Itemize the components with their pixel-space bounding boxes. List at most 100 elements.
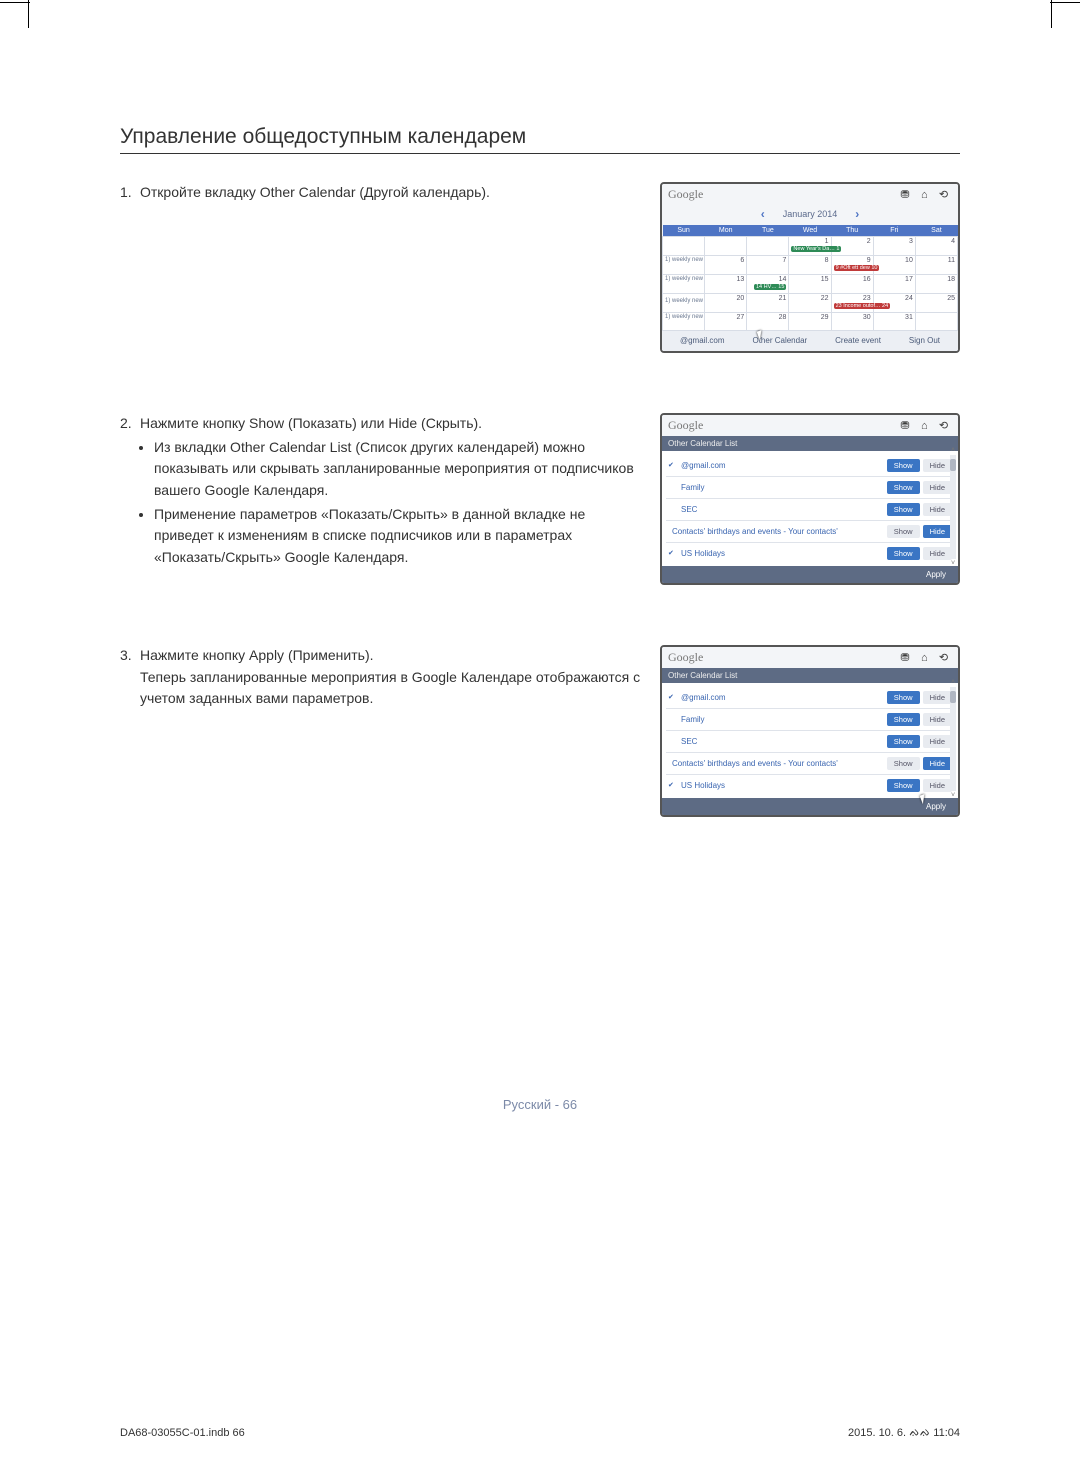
calendar-cell: 2323 Income outof… 24 <box>831 294 873 313</box>
list-item: ✔@gmail.com ShowHide <box>666 687 954 709</box>
scroll-down-icon[interactable]: ˅ <box>950 560 956 567</box>
home-icon: ⌂ <box>916 188 933 202</box>
scroll-up-icon[interactable]: ˄ <box>950 679 956 686</box>
hide-button[interactable]: Hide <box>923 525 952 538</box>
calendar-name: Family <box>668 483 705 492</box>
calendar-name: SEC <box>668 505 697 514</box>
check-icon <box>668 715 677 724</box>
calendar-name: SEC <box>668 737 697 746</box>
calendar-cell: 31 <box>873 313 915 331</box>
sign-out-button[interactable]: Sign Out <box>909 336 940 345</box>
other-calendar-list-screenshot-2: Google ⛃ ⌂ ⟲ Other Calendar List ✔@gmail… <box>660 645 960 817</box>
calendar-cell: 17 <box>873 275 915 294</box>
calendar-cell: 99 #Oft ett dew 10 <box>831 256 873 275</box>
step3-num: 3. <box>120 645 140 667</box>
step3-text-line1: Нажмите кнопку Apply (Применить). <box>140 645 374 667</box>
calendar-cell: 10 <box>873 256 915 275</box>
scrollbar[interactable]: ˄ ˅ <box>950 687 956 791</box>
list-header: Other Calendar List <box>662 668 958 683</box>
apply-button[interactable]: Apply <box>662 566 958 583</box>
calendar-event: 9 #Oft ett dew 10 <box>834 265 880 271</box>
check-icon <box>668 483 677 492</box>
calendar-cell: 28 <box>747 313 789 331</box>
calendar-name: ✔US Holidays <box>668 549 725 558</box>
hide-button[interactable]: Hide <box>923 459 952 472</box>
list-item: SEC ShowHide <box>666 731 954 753</box>
check-icon <box>668 737 677 746</box>
calendar-cell: 25 <box>915 294 957 313</box>
calendar-cell: 1) weekly new 26 <box>663 313 705 331</box>
create-event-button[interactable]: Create event <box>835 336 881 345</box>
show-button[interactable]: Show <box>887 481 920 494</box>
calendar-name: Contacts' birthdays and events - Your co… <box>668 759 838 768</box>
calendar-cell: 6 <box>705 256 747 275</box>
calendar-cell: 30 <box>831 313 873 331</box>
day-header: Sat <box>915 225 957 237</box>
calendar-cell: 20 <box>705 294 747 313</box>
calendar-event: 23 Income outof… 24 <box>834 303 891 309</box>
calendar-name: ✔@gmail.com <box>668 693 726 702</box>
show-button[interactable]: Show <box>887 779 920 792</box>
calendar-name: ✔@gmail.com <box>668 461 726 470</box>
home-icon: ⌂ <box>916 651 933 665</box>
step1-text: Откройте вкладку Other Calendar (Другой … <box>140 182 490 204</box>
calendar-cell: 1New Year's Da… 1 <box>789 237 831 256</box>
step2-text: Нажмите кнопку Show (Показать) или Hide … <box>140 413 482 435</box>
calendar-cell: 13 <box>705 275 747 294</box>
show-button[interactable]: Show <box>887 757 920 770</box>
show-button[interactable]: Show <box>887 547 920 560</box>
hide-button[interactable]: Hide <box>923 481 952 494</box>
list-item: ✔US HolidaysShowHide <box>666 775 954 796</box>
back-icon: ⟲ <box>935 187 952 201</box>
show-button[interactable]: Show <box>887 459 920 472</box>
calendar-grid: SunMonTueWedThuFriSat 1New Year's Da… 12… <box>662 225 958 331</box>
next-month-icon[interactable]: › <box>855 207 859 221</box>
hide-button[interactable]: Hide <box>923 503 952 516</box>
day-header: Tue <box>747 225 789 237</box>
calendar-cell: 1) weekly new 5 <box>663 256 705 275</box>
prev-month-icon[interactable]: ‹ <box>761 207 765 221</box>
apply-button[interactable]: Apply <box>662 798 958 815</box>
show-button[interactable]: Show <box>887 525 920 538</box>
google-logo: Google <box>668 650 703 665</box>
calendar-cell: 1414 HV… 15 <box>747 275 789 294</box>
show-button[interactable]: Show <box>887 735 920 748</box>
calendar-cell <box>705 237 747 256</box>
calendar-cell: 22 <box>789 294 831 313</box>
check-icon <box>668 505 677 514</box>
hide-button[interactable]: Hide <box>923 735 952 748</box>
check-icon: ✔ <box>668 693 677 702</box>
hide-button[interactable]: Hide <box>923 547 952 560</box>
hide-button[interactable]: Hide <box>923 757 952 770</box>
calendar-name: Contacts' birthdays and events - Your co… <box>668 527 838 536</box>
calendar-cell: 11 <box>915 256 957 275</box>
hide-button[interactable]: Hide <box>923 779 952 792</box>
scroll-up-icon[interactable]: ˄ <box>950 447 956 454</box>
show-button[interactable]: Show <box>887 691 920 704</box>
other-calendar-list-screenshot-1: Google ⛃ ⌂ ⟲ Other Calendar List ✔@gmail… <box>660 413 960 585</box>
back-icon: ⟲ <box>935 418 952 432</box>
step2-bullet: Из вкладки Other Calendar List (Список д… <box>154 437 645 502</box>
step1-num: 1. <box>120 182 140 204</box>
hide-button[interactable]: Hide <box>923 691 952 704</box>
list-item: SEC ShowHide <box>666 499 954 521</box>
fridge-icon: ⛃ <box>897 418 914 432</box>
fridge-icon: ⛃ <box>897 187 914 201</box>
show-button[interactable]: Show <box>887 503 920 516</box>
list-item: Contacts' birthdays and events - Your co… <box>666 753 954 775</box>
check-icon: ✔ <box>668 549 677 558</box>
month-label: January 2014 <box>783 209 838 219</box>
day-header: Mon <box>705 225 747 237</box>
home-icon: ⌂ <box>916 419 933 433</box>
show-button[interactable]: Show <box>887 713 920 726</box>
other-calendar-tab[interactable]: Other Calendar <box>752 336 807 345</box>
calendar-cell <box>663 237 705 256</box>
calendar-event: New Year's Da… 1 <box>791 246 841 252</box>
calendar-name: Family <box>668 715 705 724</box>
scrollbar[interactable]: ˄ ˅ <box>950 455 956 559</box>
back-icon: ⟲ <box>935 650 952 664</box>
calendar-cell: 7 <box>747 256 789 275</box>
calendar-cell: 3 <box>873 237 915 256</box>
hide-button[interactable]: Hide <box>923 713 952 726</box>
scroll-down-icon[interactable]: ˅ <box>950 792 956 799</box>
